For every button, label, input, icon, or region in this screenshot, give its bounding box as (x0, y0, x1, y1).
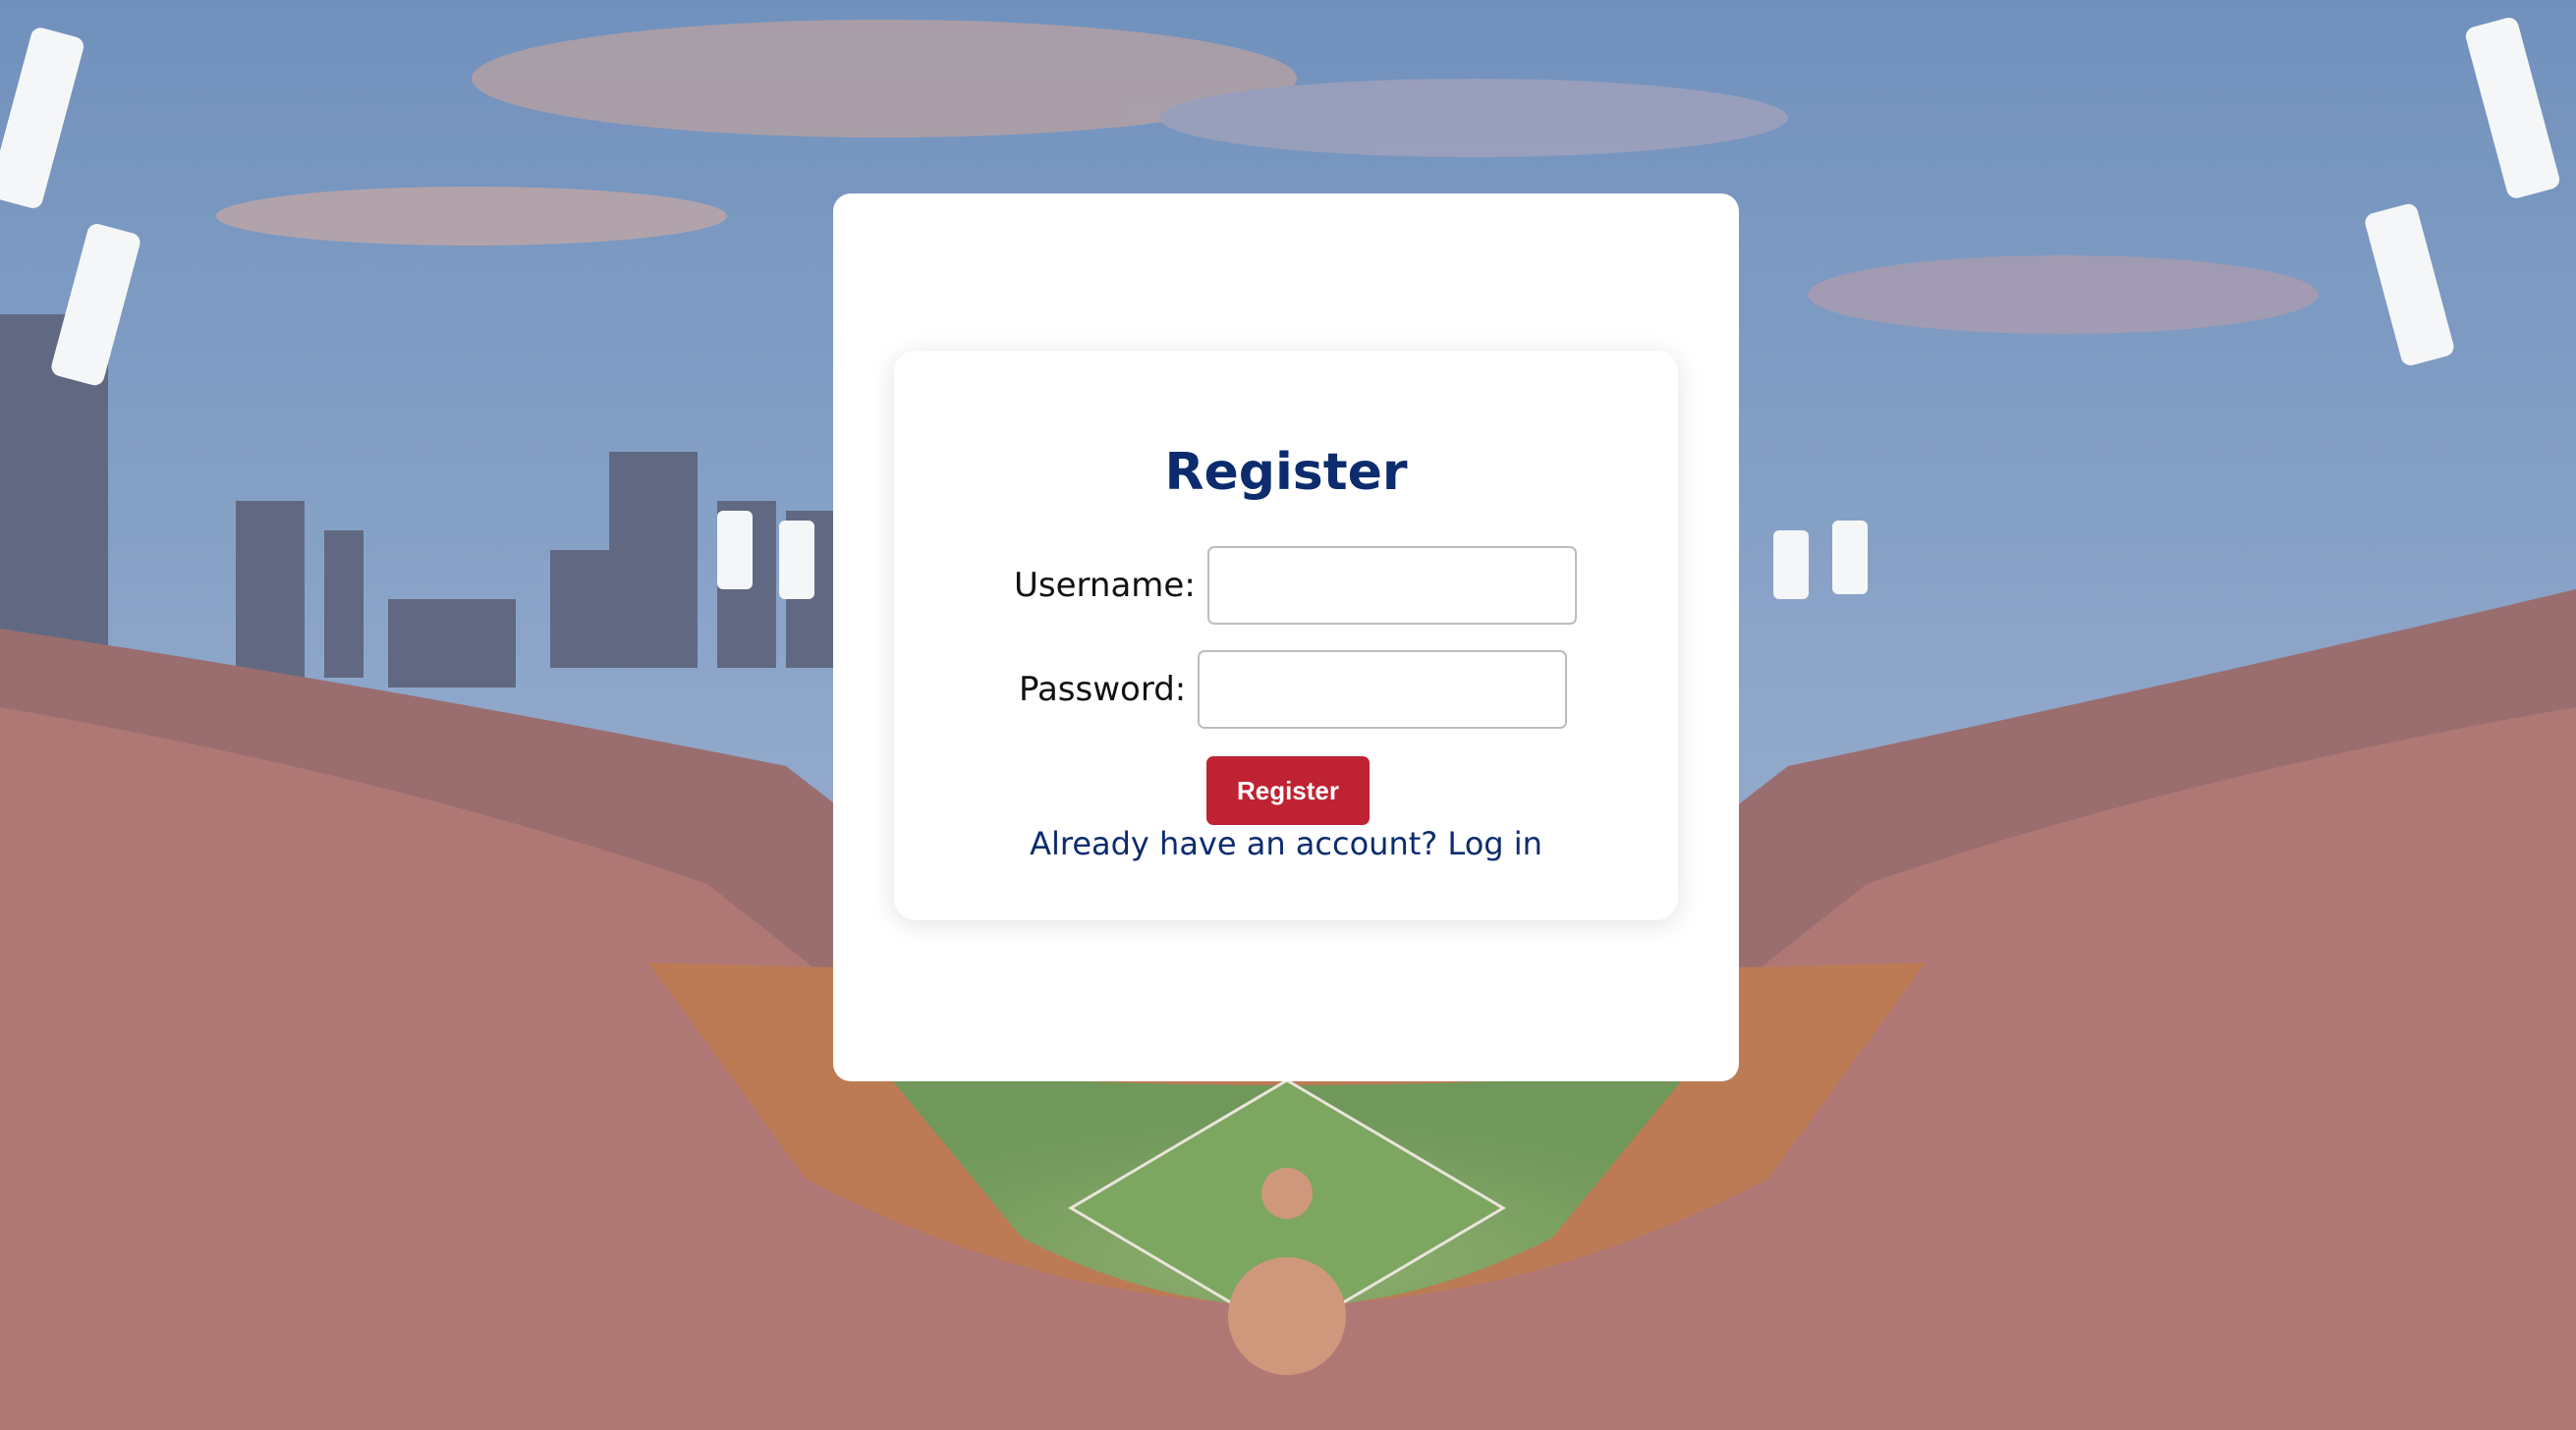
page-title: Register (1164, 443, 1408, 502)
username-label: Username: (1014, 566, 1196, 605)
username-row: Username: (1014, 546, 1577, 625)
password-label: Password: (1019, 670, 1187, 709)
register-button[interactable]: Register (1206, 756, 1370, 825)
username-input[interactable] (1206, 546, 1577, 625)
password-input[interactable] (1198, 650, 1568, 729)
password-row: Password: (1019, 650, 1568, 729)
login-link[interactable]: Already have an account? Log in (894, 825, 1678, 862)
register-panel: Register Username: Password: Register Al… (833, 193, 1739, 1081)
register-form-card: Register Username: Password: Register Al… (894, 351, 1678, 920)
